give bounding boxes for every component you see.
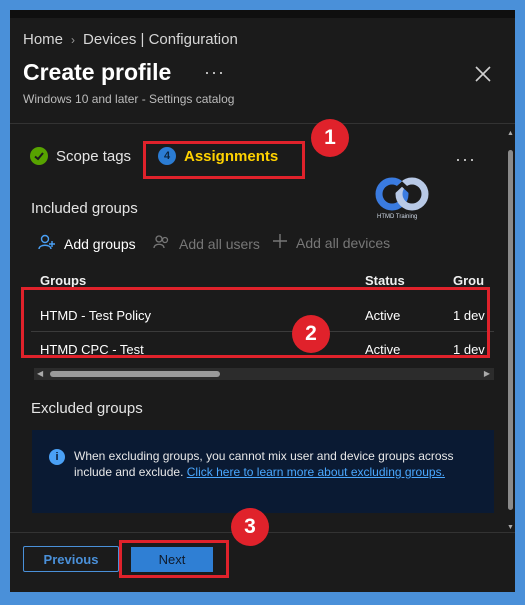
highlight-groups xyxy=(21,287,490,358)
annotation-badge-2: 2 xyxy=(292,315,330,353)
previous-button[interactable]: Previous xyxy=(23,546,119,572)
add-person-icon xyxy=(38,233,56,254)
info-icon: i xyxy=(49,449,65,465)
close-icon[interactable] xyxy=(472,63,494,85)
scroll-down-icon[interactable]: ▼ xyxy=(507,524,514,531)
chevron-right-icon: › xyxy=(71,32,76,47)
scroll-right-icon[interactable]: ▶ xyxy=(484,369,490,378)
included-groups-heading: Included groups xyxy=(31,200,138,217)
users-icon xyxy=(153,233,171,254)
breadcrumb: Home › Devices | Configuration xyxy=(23,31,238,48)
column-header-group-members[interactable]: Grou xyxy=(453,273,484,288)
annotation-badge-1: 1 xyxy=(311,119,349,157)
vertical-scrollbar[interactable]: ▲ ▼ xyxy=(506,128,515,533)
breadcrumb-home[interactable]: Home xyxy=(23,31,63,48)
column-header-status[interactable]: Status xyxy=(365,273,405,288)
exclusion-info-banner: i When excluding groups, you cannot mix … xyxy=(32,430,494,513)
tab-scope-tags-label: Scope tags xyxy=(56,147,132,165)
scroll-up-icon[interactable]: ▲ xyxy=(507,130,514,137)
scroll-left-icon[interactable]: ◀ xyxy=(37,369,43,378)
tab-scope-tags[interactable]: Scope tags xyxy=(30,147,131,165)
top-strip xyxy=(10,10,515,18)
excluded-groups-heading: Excluded groups xyxy=(31,400,143,417)
check-circle-icon xyxy=(30,147,48,165)
highlight-assignments xyxy=(143,141,305,179)
add-groups-button[interactable]: Add groups xyxy=(38,233,136,254)
breadcrumb-devices[interactable]: Devices | Configuration xyxy=(83,31,238,48)
page-subtitle: Windows 10 and later - Settings catalog xyxy=(23,92,235,106)
more-options-icon[interactable]: ··· xyxy=(204,62,225,83)
column-header-groups[interactable]: Groups xyxy=(40,273,86,288)
more-options-icon[interactable]: ··· xyxy=(455,149,476,170)
learn-more-link[interactable]: Click here to learn more about excluding… xyxy=(187,465,445,479)
add-groups-label: Add groups xyxy=(64,235,136,252)
add-all-devices-button[interactable]: Add all devices xyxy=(272,233,390,252)
logo-text: HTMD Training xyxy=(377,214,418,220)
divider xyxy=(10,123,515,124)
info-message: When excluding groups, you cannot mix us… xyxy=(74,448,474,480)
add-all-devices-label: Add all devices xyxy=(296,234,391,251)
scrollbar-thumb[interactable] xyxy=(50,371,220,377)
page-title: Create profile xyxy=(23,59,172,85)
annotation-badge-3: 3 xyxy=(231,508,269,546)
add-all-users-button[interactable]: Add all users xyxy=(153,233,260,254)
highlight-next xyxy=(119,540,229,578)
add-all-users-label: Add all users xyxy=(179,235,260,252)
scrollbar-thumb[interactable] xyxy=(508,150,513,510)
horizontal-scrollbar[interactable]: ◀ ▶ xyxy=(34,368,494,380)
plus-icon xyxy=(272,233,288,252)
